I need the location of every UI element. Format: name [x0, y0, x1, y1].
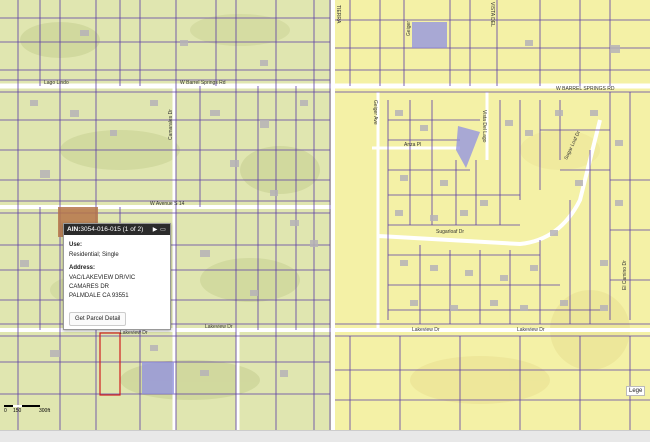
- road-label-lakeview-right: Lakeview Dr: [412, 327, 440, 333]
- road-label-barrel-springs-right: W BARREL SPRINGS RD: [556, 86, 615, 92]
- road-label-geiger: Geiger Ave: [372, 100, 378, 125]
- map-canvas[interactable]: W Barrel Springs Rd W BARREL SPRINGS RD …: [0, 0, 650, 430]
- address-label: Address:: [69, 265, 96, 271]
- road-label-lakeview-far: Lakeview Dr: [517, 327, 545, 333]
- road-label-tierra: TIERRA: [335, 5, 341, 24]
- popup-header: AIN:3054-016-015 (1 of 2) ▶ ▭: [64, 224, 170, 235]
- use-section: Use: Residential; Single: [69, 242, 165, 260]
- road-label-anza: Anza Pl: [404, 142, 421, 148]
- window-icon[interactable]: ▭: [159, 226, 167, 233]
- road-label-geiger-top: Geiger: [406, 21, 412, 36]
- scale-bar-line: [4, 405, 40, 407]
- parcel-popup: AIN:3054-016-015 (1 of 2) ▶ ▭ Use: Resid…: [63, 223, 171, 330]
- road-label-lago-lindo: Lago Lindo: [44, 80, 69, 86]
- road-label-el-camino: El Camino Dr: [622, 260, 628, 290]
- highlight-parcel-bottom[interactable]: [142, 362, 174, 394]
- ain-label: AIN:: [67, 226, 81, 233]
- popup-body: Use: Residential; Single Address: VAC/LA…: [64, 235, 170, 331]
- highlight-parcel-top[interactable]: [412, 22, 447, 48]
- scale-bar: 0 150 300ft: [4, 402, 54, 416]
- address-line2: PALMDALE CA 93551: [69, 293, 129, 299]
- address-section: Address: VAC/LAKEVIEW DR/VIC CAMARES DR …: [69, 265, 165, 301]
- road-label-lakeview-mid: Lakeview Dr: [205, 324, 233, 330]
- road-label-vista-top: VISTA DEL: [489, 2, 495, 27]
- footer-bar: [0, 430, 650, 442]
- ain-value: 3054-016-015 (1 of 2): [80, 226, 144, 233]
- legend-tab[interactable]: Lege: [626, 386, 646, 396]
- road-label-barrel-springs-left: W Barrel Springs Rd: [180, 80, 226, 86]
- road-label-vista-del-lago: Vista Del Lago: [481, 110, 487, 143]
- road-label-sugarloaf: Sugarloaf Dr: [436, 229, 464, 235]
- scale-tick-300: 300ft: [39, 408, 51, 414]
- get-parcel-detail-button[interactable]: Get Parcel Detail: [69, 312, 127, 326]
- play-icon[interactable]: ▶: [151, 226, 159, 233]
- scale-tick-150: 150: [13, 408, 22, 414]
- use-label: Use:: [69, 242, 83, 248]
- road-label-avenue-s14: W Avenue S 14: [150, 201, 185, 207]
- road-label-camarales: Camarales Dr: [168, 109, 174, 140]
- address-line1: VAC/LAKEVIEW DR/VIC CAMARES DR: [69, 275, 136, 290]
- scale-tick-0: 0: [4, 408, 7, 414]
- popup-title: AIN:3054-016-015 (1 of 2): [67, 226, 151, 233]
- use-value: Residential; Single: [69, 252, 119, 258]
